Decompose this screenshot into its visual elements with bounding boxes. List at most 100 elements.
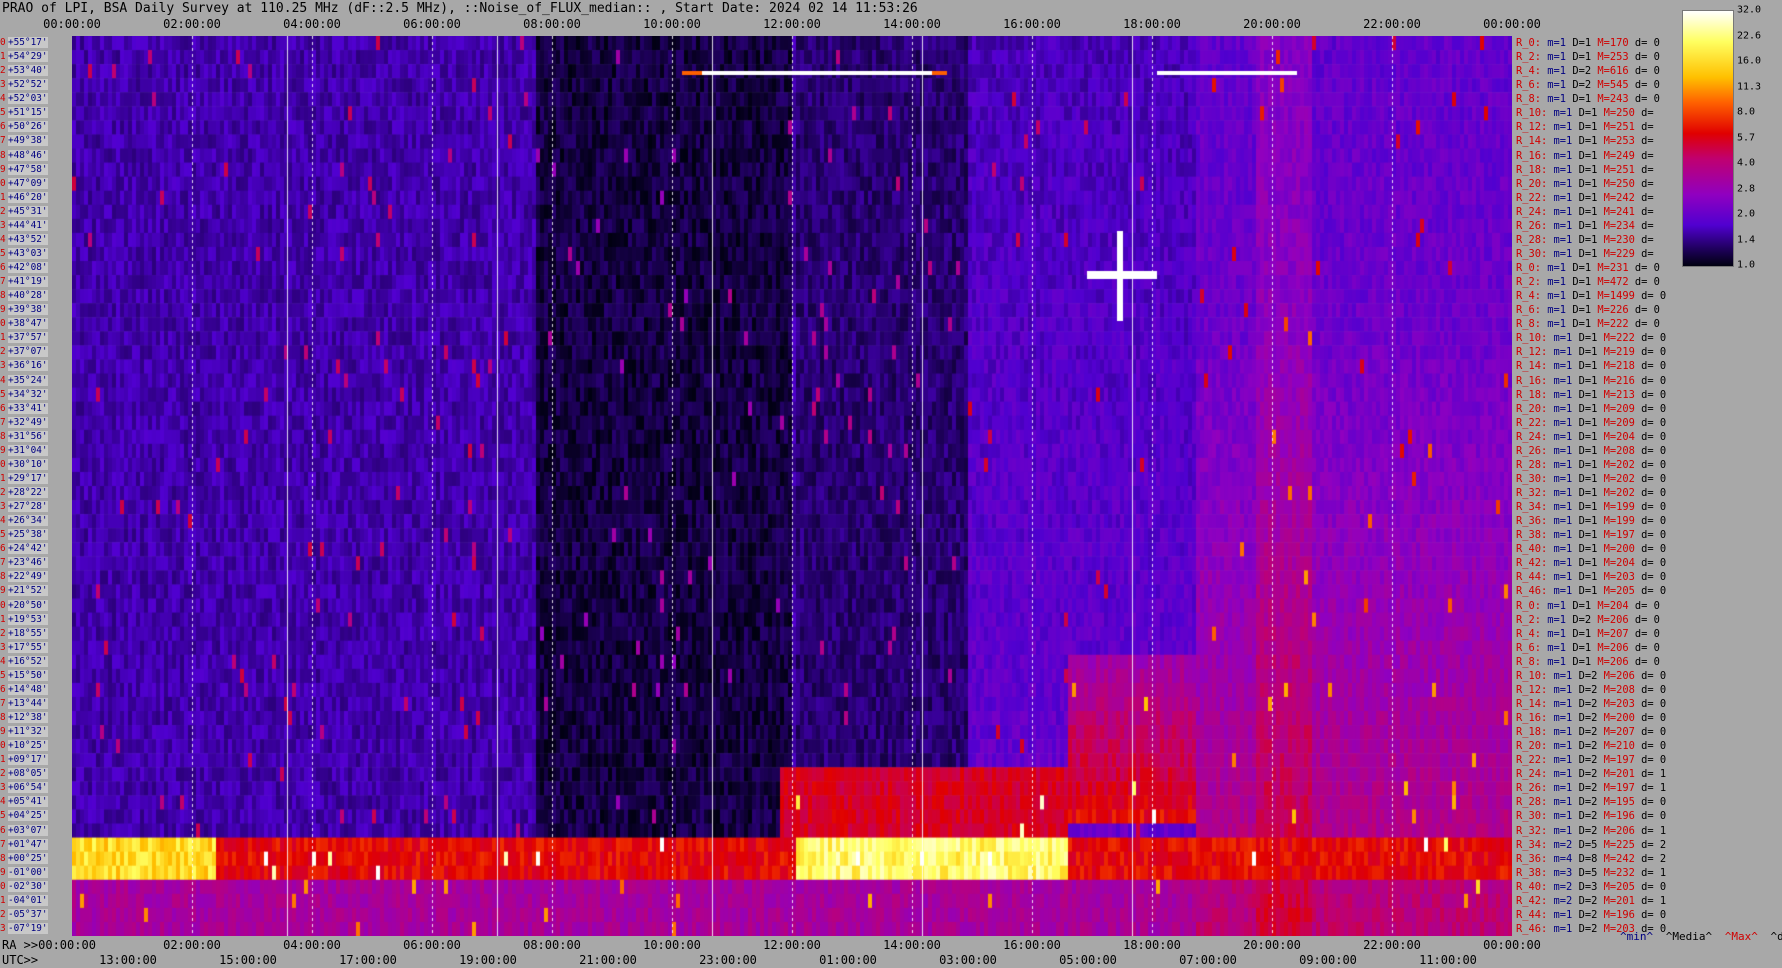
stat-beam: R_36: <box>1516 852 1554 865</box>
row-index: 0 <box>0 37 6 48</box>
stat-median: D=1 <box>1572 51 1598 64</box>
ra-axis-tick: 16:00:00 <box>1003 938 1061 952</box>
stat-median: D=2 <box>1578 712 1604 724</box>
stat-devia: d= <box>1641 233 1654 246</box>
stat-median: D=1 <box>1578 487 1604 499</box>
stat-row: R_24: m=1 D=1 M=241 d= <box>1516 205 1654 219</box>
row-declination: +34°32' <box>8 388 48 400</box>
row-declination: +03°07' <box>8 824 48 836</box>
stat-median: D=2 <box>1572 65 1598 78</box>
stat-devia: d= 1 <box>1641 824 1667 837</box>
stat-max: M=226 <box>1597 304 1635 317</box>
row-index: 0 <box>0 318 6 330</box>
stat-row: R_36: m=4 D=8 M=242 d= 2 <box>1516 852 1666 866</box>
dec-row: 3 +36°16' <box>0 359 48 373</box>
stat-min: m=1 <box>1553 360 1579 373</box>
row-declination: +41°19' <box>8 276 48 288</box>
dec-row: 8 +00°25' <box>0 852 48 866</box>
stat-max: M=209 <box>1603 402 1642 415</box>
legend-max: ^Max^ <box>1724 930 1758 943</box>
stat-median: D=2 <box>1578 908 1604 921</box>
stat-min: m=1 <box>1547 65 1573 78</box>
row-index: 1 <box>0 613 6 625</box>
stat-beam: R_6: <box>1516 79 1548 92</box>
stat-row: R_26: m=1 D=2 M=197 d= 1 <box>1516 781 1666 795</box>
stat-min: m=1 <box>1547 37 1573 49</box>
row-index: 5 <box>0 388 6 400</box>
row-index: 5 <box>0 247 6 259</box>
stat-min: m=1 <box>1553 726 1579 739</box>
stat-min: m=1 <box>1553 149 1579 162</box>
stat-min: m=1 <box>1553 374 1579 387</box>
stat-beam: R_28: <box>1516 458 1554 471</box>
stat-max: M=204 <box>1597 599 1635 612</box>
stat-median: D=5 <box>1578 838 1604 851</box>
row-declination: +31°04' <box>8 444 48 456</box>
stat-row: R_46: m=1 D=1 M=205 d= 0 <box>1516 584 1666 598</box>
stat-row: R_36: m=1 D=1 M=199 d= 0 <box>1516 514 1666 528</box>
stat-devia: d= 0 <box>1634 641 1660 654</box>
stat-row: R_0: m=1 D=1 M=231 d= 0 <box>1516 261 1660 275</box>
stat-devia: d= <box>1641 191 1654 204</box>
row-declination: +00°25' <box>8 852 48 864</box>
stat-min: m=1 <box>1547 79 1573 92</box>
stat-median: D=1 <box>1572 276 1598 289</box>
stat-median: D=8 <box>1578 852 1604 865</box>
stat-min: m=1 <box>1553 135 1579 148</box>
stat-min: m=1 <box>1553 121 1579 134</box>
stat-median: D=1 <box>1572 641 1598 654</box>
stat-beam: R_44: <box>1516 571 1554 584</box>
stat-median: D=1 <box>1578 332 1604 345</box>
stat-median: D=2 <box>1578 810 1604 823</box>
stat-row: R_42: m=1 D=1 M=204 d= 0 <box>1516 556 1666 570</box>
stat-row: R_0: m=1 D=1 M=204 d= 0 <box>1516 599 1660 613</box>
stat-beam: R_14: <box>1516 135 1554 148</box>
row-index: 3 <box>0 501 6 513</box>
stat-max: M=204 <box>1603 430 1642 443</box>
stat-max: M=251 <box>1603 163 1642 176</box>
chart-title: PRAO of LPI, BSA Daily Survey at 110.25 … <box>2 1 918 16</box>
stat-max: M=253 <box>1603 135 1642 148</box>
stat-row: R_44: m=1 D=2 M=196 d= 0 <box>1516 908 1666 922</box>
stat-median: D=2 <box>1572 79 1598 92</box>
stat-beam: R_28: <box>1516 796 1554 809</box>
stat-row: R_14: m=1 D=2 M=203 d= 0 <box>1516 697 1666 711</box>
row-index: 6 <box>0 262 6 273</box>
row-index: 7 <box>0 838 6 850</box>
dec-row: 2 -05°37' <box>0 908 48 922</box>
stat-median: D=1 <box>1572 655 1598 668</box>
stat-max: M=199 <box>1603 515 1642 528</box>
stat-max: M=207 <box>1603 726 1642 739</box>
row-index: 7 <box>0 276 6 288</box>
stat-min: m=1 <box>1553 543 1579 556</box>
stat-median: D=1 <box>1578 388 1604 401</box>
stat-min: m=1 <box>1553 529 1579 542</box>
stat-min: m=1 <box>1547 655 1573 668</box>
ra-axis-tick: 02:00:00 <box>163 938 221 952</box>
stat-median: D=1 <box>1578 458 1604 471</box>
row-index: 7 <box>0 557 6 569</box>
stat-beam: R_2: <box>1516 613 1548 626</box>
stat-min: m=1 <box>1553 501 1579 514</box>
stat-max: M=196 <box>1603 810 1642 823</box>
ra-axis-tick: 14:00:00 <box>883 938 941 952</box>
stat-devia: d= 0 <box>1641 683 1667 696</box>
stat-max: M=222 <box>1603 332 1642 345</box>
stat-max: M=195 <box>1603 796 1642 809</box>
row-declination: +26°34' <box>8 515 48 527</box>
stat-devia: d= 2 <box>1641 838 1667 851</box>
row-index: 2 <box>0 346 6 358</box>
dec-row: 0 +30°10' <box>0 458 48 472</box>
row-index: 1 <box>0 754 6 766</box>
stat-devia: d= 0 <box>1641 444 1667 457</box>
top-axis-tick: 08:00:00 <box>523 17 581 31</box>
row-index: 7 <box>0 697 6 709</box>
stat-min: m=1 <box>1547 262 1573 274</box>
stat-beam: R_20: <box>1516 177 1554 190</box>
stat-beam: R_34: <box>1516 501 1554 514</box>
row-index: 2 <box>0 65 6 77</box>
stat-row: R_6: m=1 D=1 M=226 d= 0 <box>1516 303 1660 317</box>
stat-beam: R_10: <box>1516 669 1554 682</box>
stat-median: D=1 <box>1578 219 1604 232</box>
stat-row: R_28: m=1 D=2 M=195 d= 0 <box>1516 795 1666 809</box>
